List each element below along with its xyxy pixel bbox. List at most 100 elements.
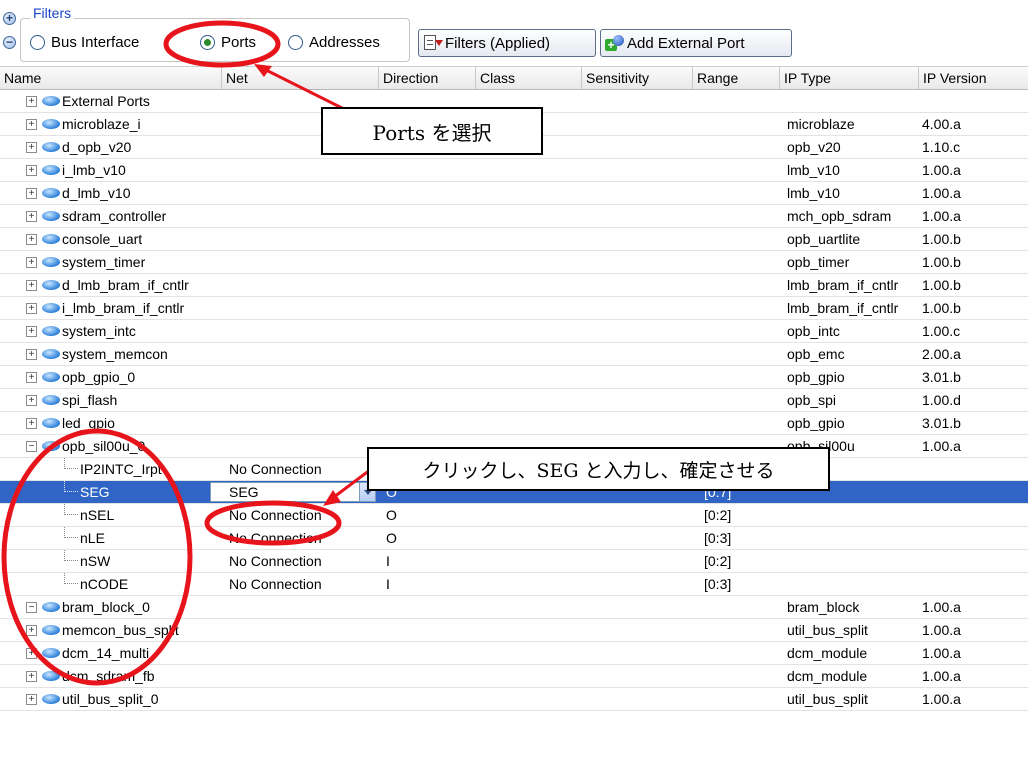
class-cell — [482, 527, 582, 549]
tree-expand-icon[interactable]: + — [26, 395, 37, 406]
tree-row-port[interactable]: nSEL No Connection O [0:2] — [0, 504, 1028, 527]
tree-row-instance[interactable]: + memcon_bus_split util_bus_split 1.00.a — [0, 619, 1028, 642]
net-cell[interactable]: No Connection — [229, 573, 375, 595]
seg-instruction-callout: クリックし、SEG と入力し、確定させる — [367, 447, 830, 491]
tree-row-instance[interactable]: + system_intc opb_intc 1.00.c — [0, 320, 1028, 343]
tree-row-instance[interactable]: + system_memcon opb_emc 2.00.a — [0, 343, 1028, 366]
net-cell[interactable]: No Connection — [229, 550, 375, 572]
tree-row-instance[interactable]: + util_bus_split_0 util_bus_split 1.00.a — [0, 688, 1028, 711]
ip-version-cell: 1.00.a — [922, 622, 961, 638]
port-name: nCODE — [80, 576, 129, 592]
tree-row-instance[interactable]: + i_lmb_bram_if_cntlr lmb_bram_if_cntlr 1.0… — [0, 297, 1028, 320]
column-header-direction[interactable]: Direction — [379, 67, 476, 89]
tree-expand-icon[interactable]: + — [26, 234, 37, 245]
filters-button-label: Filters (Applied) — [445, 34, 551, 52]
net-combo-box[interactable]: SEG — [210, 482, 376, 502]
ip-version-cell: 3.01.b — [922, 369, 961, 385]
tree-expand-icon[interactable]: + — [26, 188, 37, 199]
net-combo-value[interactable]: SEG — [229, 484, 259, 500]
ip-type-cell: opb_gpio — [787, 369, 845, 385]
tree-row-port[interactable]: nCODE No Connection I [0:3] — [0, 573, 1028, 596]
net-cell[interactable]: No Connection — [229, 458, 375, 480]
ip-type-cell: opb_uartlite — [787, 231, 861, 247]
tree-expand-icon[interactable]: + — [26, 694, 37, 705]
tree-expand-icon[interactable]: + — [26, 671, 37, 682]
bus-interface-icon — [42, 211, 60, 221]
ip-type-cell: opb_gpio — [787, 415, 845, 431]
ip-version-cell: 1.00.b — [922, 231, 961, 247]
tree-expand-icon[interactable]: + — [26, 349, 37, 360]
radio-button-icon[interactable] — [288, 34, 303, 50]
tree-expand-icon[interactable]: + — [26, 372, 37, 383]
tree-row-instance[interactable]: + dcm_14_multi dcm_module 1.00.a — [0, 642, 1028, 665]
tree-connector-line — [64, 504, 78, 515]
tree-expand-icon[interactable]: + — [26, 142, 37, 153]
column-header-name[interactable]: Name — [0, 67, 222, 89]
tree-expand-icon[interactable]: + — [26, 280, 37, 291]
ip-version-cell: 4.00.a — [922, 116, 961, 132]
expand-all-icon[interactable]: + — [3, 12, 16, 25]
bus-interface-icon — [42, 257, 60, 267]
tree-row-instance[interactable]: + opb_gpio_0 opb_gpio 3.01.b — [0, 366, 1028, 389]
tree-expand-icon[interactable]: + — [26, 303, 37, 314]
tree-row-instance[interactable]: + sdram_controller mch_opb_sdram 1.00.a — [0, 205, 1028, 228]
instance-name: system_timer — [62, 254, 146, 270]
ip-type-cell: opb_emc — [787, 346, 845, 362]
radio-addresses[interactable]: Addresses — [288, 31, 380, 53]
net-cell[interactable]: No Connection — [229, 504, 375, 526]
tree-row-port[interactable]: nLE No Connection O [0:3] — [0, 527, 1028, 550]
ip-version-cell: 1.00.a — [922, 162, 961, 178]
sensitivity-cell — [592, 504, 697, 526]
ip-type-cell: bram_block — [787, 599, 860, 615]
ip-type-cell: opb_intc — [787, 323, 840, 339]
tree-row-instance[interactable]: + i_lmb_v10 lmb_v10 1.00.a — [0, 159, 1028, 182]
tree-collapse-icon[interactable]: − — [26, 441, 37, 452]
tree-row-instance[interactable]: + dcm_sdram_fb dcm_module 1.00.a — [0, 665, 1028, 688]
tree-expand-icon[interactable]: + — [26, 257, 37, 268]
tree-expand-icon[interactable]: + — [26, 211, 37, 222]
tree-expand-icon[interactable]: + — [26, 96, 37, 107]
instance-name: i_lmb_bram_if_cntlr — [62, 300, 185, 316]
tree-row-instance[interactable]: + d_lmb_bram_if_cntlr lmb_bram_if_cntlr 1.0… — [0, 274, 1028, 297]
column-header-ip-type[interactable]: IP Type — [780, 67, 919, 89]
radio-ports[interactable]: Ports — [200, 31, 256, 53]
tree-collapse-icon[interactable]: − — [26, 602, 37, 613]
ip-type-cell: lmb_v10 — [787, 185, 840, 201]
tree-row-port[interactable]: nSW No Connection I [0:2] — [0, 550, 1028, 573]
bus-interface-icon — [42, 418, 60, 428]
tree-expand-icon[interactable]: + — [26, 648, 37, 659]
tree-row-instance[interactable]: + console_uart opb_uartlite 1.00.b — [0, 228, 1028, 251]
radio-button-icon[interactable] — [30, 34, 45, 50]
tree-expand-icon[interactable]: + — [26, 418, 37, 429]
tree-row-instance[interactable]: + d_lmb_v10 lmb_v10 1.00.a — [0, 182, 1028, 205]
tree-row-instance[interactable]: − bram_block_0 bram_block 1.00.a — [0, 596, 1028, 619]
net-cell[interactable]: No Connection — [229, 527, 375, 549]
instance-name: bram_block_0 — [62, 599, 150, 615]
instance-name: memcon_bus_split — [62, 622, 179, 638]
radio-button-checked-icon[interactable] — [200, 34, 215, 50]
instance-name: util_bus_split_0 — [62, 691, 159, 707]
tree-row-instance[interactable]: + led_gpio opb_gpio 3.01.b — [0, 412, 1028, 435]
column-header-net[interactable]: Net — [222, 67, 379, 89]
tree-row-instance[interactable]: + spi_flash opb_spi 1.00.d — [0, 389, 1028, 412]
collapse-all-icon[interactable]: − — [3, 36, 16, 49]
add-port-button-label: Add External Port — [627, 34, 745, 52]
column-header-range[interactable]: Range — [693, 67, 780, 89]
tree-row-instance[interactable]: + system_timer opb_timer 1.00.b — [0, 251, 1028, 274]
ip-type-cell: microblaze — [787, 116, 855, 132]
tree-expand-icon[interactable]: + — [26, 326, 37, 337]
instance-name: d_opb_v20 — [62, 139, 132, 155]
column-header-sensitivity[interactable]: Sensitivity — [582, 67, 693, 89]
tree-expand-icon[interactable]: + — [26, 119, 37, 130]
add-external-port-button[interactable]: + Add External Port — [600, 29, 792, 57]
column-header-class[interactable]: Class — [476, 67, 582, 89]
ip-type-cell: dcm_module — [787, 645, 868, 661]
instance-name: spi_flash — [62, 392, 118, 408]
radio-bus-interface[interactable]: Bus Interface — [30, 31, 139, 53]
filters-applied-button[interactable]: Filters (Applied) — [418, 29, 596, 57]
column-header-ip-version[interactable]: IP Version — [919, 67, 1028, 89]
instance-name: led_gpio — [62, 415, 115, 431]
tree-expand-icon[interactable]: + — [26, 165, 37, 176]
ip-version-cell: 1.00.d — [922, 392, 961, 408]
tree-expand-icon[interactable]: + — [26, 625, 37, 636]
